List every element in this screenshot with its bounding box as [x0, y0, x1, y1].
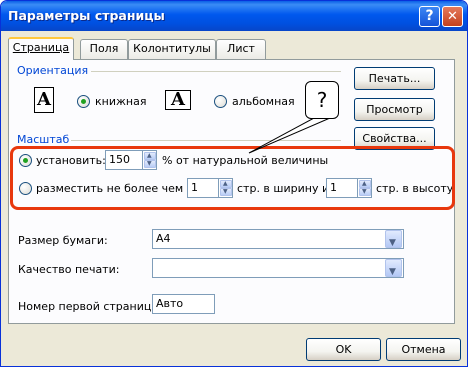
print-quality-label: Качество печати:: [18, 263, 120, 276]
paper-size-value: A4: [156, 232, 171, 245]
first-page-input[interactable]: Авто: [152, 294, 215, 314]
chevron-down-icon[interactable]: ▼: [385, 230, 402, 248]
ok-button[interactable]: OK: [306, 338, 381, 361]
page-setup-dialog: Параметры страницы ? ✕ Страница Поля Кол…: [0, 0, 468, 367]
print-quality-select[interactable]: ▼: [152, 258, 404, 278]
first-page-label: Номер первой страницы:: [18, 300, 164, 313]
cancel-button[interactable]: Отмена: [386, 338, 461, 361]
chevron-down-icon[interactable]: ▼: [385, 259, 402, 277]
tab-page[interactable]: Страница: [8, 37, 74, 60]
question-callout: ?: [305, 81, 339, 119]
paper-size-select[interactable]: A4 ▼: [152, 229, 404, 249]
paper-size-label: Размер бумаги:: [18, 234, 108, 247]
tab-page-label: Страница: [12, 41, 70, 54]
